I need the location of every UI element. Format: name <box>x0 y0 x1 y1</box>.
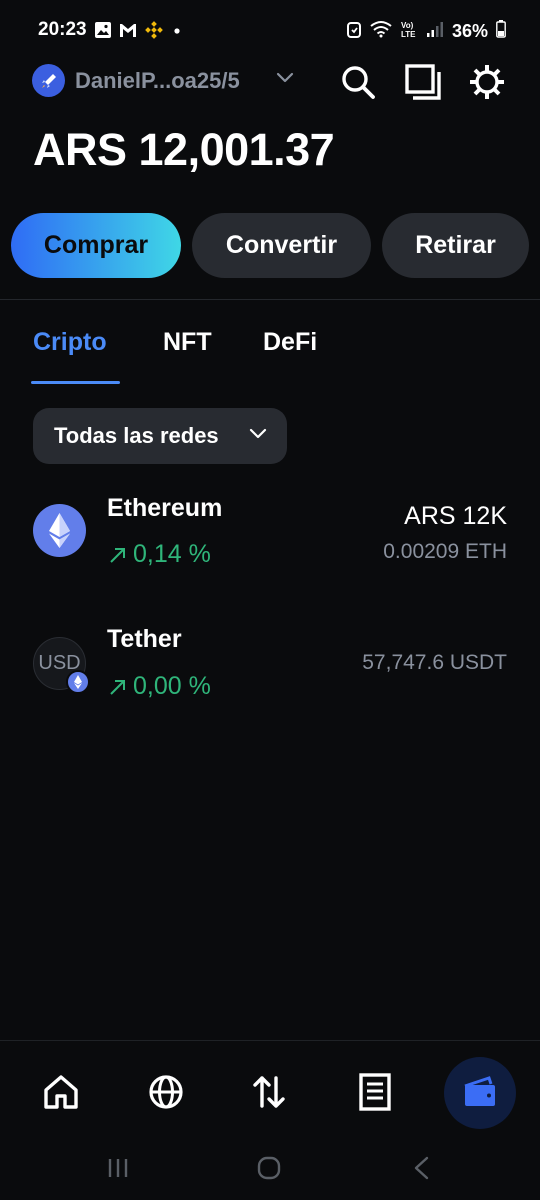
wifi-icon <box>370 20 392 43</box>
account-avatar[interactable] <box>32 64 65 97</box>
total-balance: ARS 12,001.37 <box>33 124 335 175</box>
status-time: 20:23 <box>38 19 87 40</box>
home-icon[interactable] <box>38 1069 84 1115</box>
buy-button[interactable]: Comprar <box>11 213 181 278</box>
arrow-up-right-icon <box>110 679 125 695</box>
asset-row-ethereum[interactable]: Ethereum 0,14 % ARS 12K 0.00209 ETH <box>0 480 540 590</box>
account-name[interactable]: DanielP...oa25/5 <box>75 68 270 94</box>
tab-defi[interactable]: DeFi <box>263 328 317 357</box>
asset-name: Ethereum <box>107 494 223 522</box>
asset-row-tether[interactable]: USD Tether 0,00 % 57,747.6 USDT <box>0 615 540 725</box>
chevron-down-icon[interactable] <box>275 70 295 89</box>
bottom-nav <box>0 1040 540 1140</box>
wallet-header: DanielP...oa25/5 <box>0 60 540 104</box>
asset-crypto-amount: 57,747.6 USDT <box>362 651 507 674</box>
asset-crypto-amount: 0.00209 ETH <box>383 540 507 563</box>
withdraw-button[interactable]: Retirar <box>382 213 529 278</box>
transfer-icon[interactable] <box>246 1069 292 1115</box>
convert-button[interactable]: Convertir <box>192 213 371 278</box>
svg-text:Vo): Vo) <box>401 21 414 30</box>
network-filter-label: Todas las redes <box>54 423 219 448</box>
binance-icon <box>144 20 164 45</box>
chevron-down-icon <box>248 427 268 446</box>
alarm-icon <box>346 20 362 43</box>
browser-icon[interactable] <box>143 1069 189 1115</box>
ethereum-icon <box>33 504 86 557</box>
activity-icon[interactable] <box>352 1069 398 1115</box>
tab-crypto[interactable]: Cripto <box>33 328 107 357</box>
back-icon[interactable] <box>410 1156 434 1185</box>
divider <box>0 299 540 300</box>
dot-icon <box>170 23 184 42</box>
wallet-icon[interactable] <box>457 1069 503 1115</box>
asset-name: Tether <box>107 625 182 653</box>
battery-icon <box>496 20 506 43</box>
battery-percent: 36% <box>451 21 488 41</box>
recent-apps-icon[interactable] <box>106 1156 130 1185</box>
search-icon[interactable] <box>338 62 378 102</box>
asset-change-percent: 0,00 % <box>133 672 211 700</box>
copy-icon[interactable] <box>403 62 443 102</box>
active-tab-indicator <box>31 381 120 384</box>
network-filter[interactable]: Todas las redes <box>33 408 287 464</box>
svg-text:LTE: LTE <box>401 30 416 39</box>
status-bar: 20:23 Vo) LTE 36% <box>0 0 540 60</box>
rocket-icon <box>41 73 56 88</box>
asset-fiat-value: ARS 12K <box>404 502 507 530</box>
arrow-up-right-icon <box>110 547 125 563</box>
volte-icon: Vo) LTE <box>400 19 418 44</box>
signal-icon <box>426 20 444 43</box>
gear-icon[interactable] <box>467 62 507 102</box>
home-button-icon[interactable] <box>257 1156 281 1185</box>
image-icon <box>94 21 112 44</box>
tab-nft[interactable]: NFT <box>163 328 212 357</box>
asset-change-percent: 0,14 % <box>133 540 211 568</box>
system-nav-bar <box>0 1140 540 1200</box>
ethereum-network-badge <box>66 670 90 694</box>
gmail-icon <box>118 21 138 44</box>
